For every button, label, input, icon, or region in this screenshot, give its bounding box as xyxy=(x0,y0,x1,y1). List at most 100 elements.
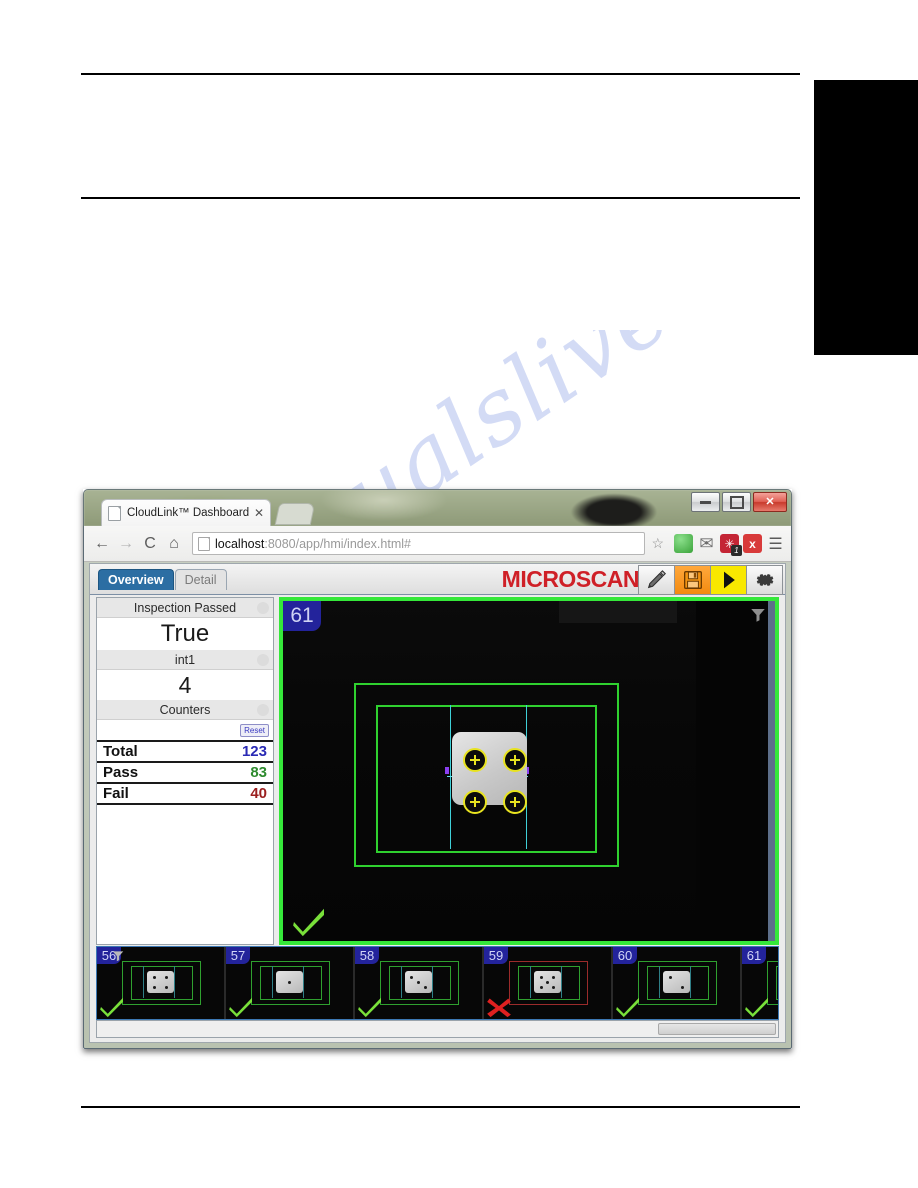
thumb-dice-pip xyxy=(287,980,291,984)
thumb-guide-line xyxy=(690,966,692,999)
run-play-button[interactable] xyxy=(710,565,747,595)
filmstrip-thumbnail[interactable]: 57 xyxy=(226,947,355,1019)
thumb-guide-line xyxy=(303,966,305,999)
filmstrip-scroll-thumb[interactable] xyxy=(658,1023,776,1035)
thumb-guide-line xyxy=(400,966,402,999)
close-tab-icon[interactable]: ✕ xyxy=(254,506,264,520)
counter-label-pass: Pass xyxy=(97,761,196,783)
crosshair-end-left xyxy=(445,767,450,775)
thumb-frame-number: 59 xyxy=(484,947,508,964)
tab-detail[interactable]: Detail xyxy=(174,569,227,590)
back-icon[interactable]: ← xyxy=(90,532,114,556)
browser-tab[interactable]: CloudLink™ Dashboard ✕ xyxy=(101,499,271,526)
chrome-menu-icon[interactable]: ☰ xyxy=(766,534,785,553)
counters-reset-row: Reset xyxy=(97,720,273,740)
thumb-guide-line xyxy=(174,966,176,999)
reset-counters-button[interactable]: Reset xyxy=(240,723,269,737)
thumb-dice-pip xyxy=(539,985,543,989)
funnel-icon[interactable] xyxy=(749,606,767,624)
browser-tab-strip: CloudLink™ Dashboard ✕ xyxy=(84,490,791,526)
forward-icon[interactable]: → xyxy=(114,532,138,556)
asterisk-extension-icon[interactable]: ✳ 1 xyxy=(720,534,742,556)
thumb-guide-line xyxy=(561,966,563,999)
play-icon xyxy=(723,571,735,589)
green-extension-icon[interactable] xyxy=(674,534,693,553)
footer-rule xyxy=(81,1106,800,1108)
thumb-dice-pip xyxy=(552,976,556,979)
inspection-image: 61 xyxy=(283,601,775,941)
counter-value-pass: 83 xyxy=(195,761,273,783)
dice-pip xyxy=(502,748,527,773)
url-host: localhost xyxy=(215,536,265,551)
app-toolbar xyxy=(638,565,783,595)
reload-icon[interactable]: C xyxy=(138,532,162,556)
thumb-pass-check-icon xyxy=(229,997,252,1018)
thumb-dice-pip xyxy=(545,980,549,984)
new-tab-button[interactable] xyxy=(274,503,316,525)
microscan-logo: MICROSCAN xyxy=(501,566,640,592)
thumb-dice-pip xyxy=(165,976,169,979)
inspection-image-viewer[interactable]: 61 xyxy=(279,597,779,945)
filmstrip-thumbnail[interactable]: 61 xyxy=(742,947,778,1019)
filmstrip-thumbnail[interactable]: 60 xyxy=(613,947,742,1019)
image-light-band xyxy=(558,601,677,623)
thumb-dice-pip xyxy=(539,976,543,979)
gear-icon xyxy=(756,574,773,586)
page-edge-tab xyxy=(814,80,918,355)
thumb-frame-number: 57 xyxy=(226,947,250,964)
floppy-disk-icon xyxy=(683,571,702,589)
thumb-guide-line xyxy=(142,966,144,999)
thumb-guide-line xyxy=(529,966,531,999)
pass-check-icon xyxy=(293,908,324,937)
result-value-int1: 4 xyxy=(97,670,273,700)
extension-badge-count: 1 xyxy=(731,545,742,556)
settings-gear-button[interactable] xyxy=(746,565,783,595)
save-button[interactable] xyxy=(674,565,711,595)
thumb-frame-number: 61 xyxy=(742,947,766,964)
pencil-icon xyxy=(647,569,666,588)
counter-label-fail: Fail xyxy=(97,782,196,805)
thumb-dice-pip xyxy=(681,985,685,989)
status-dot-icon xyxy=(257,601,269,614)
label-text: int1 xyxy=(174,652,196,667)
tab-overview[interactable]: Overview xyxy=(98,569,174,590)
address-bar[interactable]: localhost:8080/app/hmi/index.html# xyxy=(192,532,646,555)
filmstrip-scrollbar[interactable] xyxy=(96,1020,779,1038)
maximize-button[interactable] xyxy=(722,492,751,512)
thumb-dice-pip xyxy=(152,985,156,989)
filmstrip-thumbnail[interactable]: 58 xyxy=(355,947,484,1019)
mail-icon[interactable]: ✉ xyxy=(697,534,716,553)
edit-pencil-button[interactable] xyxy=(638,565,675,595)
filmstrip-thumbnail[interactable]: 59 xyxy=(484,947,613,1019)
result-label-int1: int1 xyxy=(97,650,273,670)
bookmark-star-icon[interactable]: ☆ xyxy=(651,535,664,552)
document-page: manualslive.com ✕ CloudLink™ Dashboard ✕… xyxy=(0,0,918,1188)
close-window-button[interactable]: ✕ xyxy=(753,492,787,512)
table-row: Fail 40 xyxy=(97,782,273,805)
browser-nav-bar: ← → C ⌂ localhost:8080/app/hmi/index.htm… xyxy=(84,526,791,562)
thumb-dice xyxy=(533,971,562,994)
app-tab-bar: Overview Detail xyxy=(98,569,228,590)
thumb-dice-pip xyxy=(423,985,427,989)
section-rule xyxy=(81,197,800,199)
red-x-extension-icon[interactable]: x xyxy=(743,534,762,553)
viewer-scrollbar[interactable] xyxy=(768,601,775,941)
home-icon[interactable]: ⌂ xyxy=(162,532,186,556)
thumb-pass-check-icon xyxy=(100,997,123,1018)
thumb-dice-pip xyxy=(416,980,420,984)
dice-pip xyxy=(463,789,488,814)
thumb-guide-line xyxy=(432,966,434,999)
table-row: Total 123 xyxy=(97,740,273,762)
status-dot-icon xyxy=(257,703,269,716)
minimize-button[interactable] xyxy=(691,492,720,512)
thumb-fail-x-icon xyxy=(487,998,511,1018)
thumb-funnel-icon xyxy=(112,951,124,962)
viewer-frame-number: 61 xyxy=(283,601,321,631)
thumb-frame-number: 60 xyxy=(613,947,637,964)
browser-tab-title: CloudLink™ Dashboard xyxy=(127,507,250,519)
dice-pip xyxy=(502,789,527,814)
filmstrip-thumbnail[interactable]: 56 xyxy=(97,947,226,1019)
url-text: localhost:8080/app/hmi/index.html# xyxy=(215,537,411,551)
filmstrip[interactable]: 56 57 58 59 60 61 xyxy=(96,946,779,1020)
window-controls: ✕ xyxy=(691,492,787,512)
